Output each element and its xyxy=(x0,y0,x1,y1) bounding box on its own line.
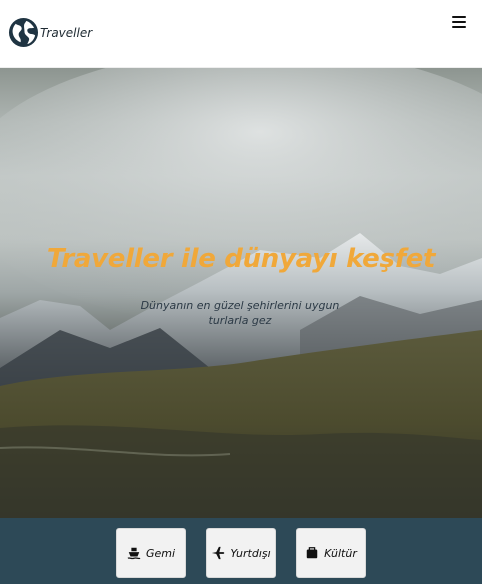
category-button-yurtdisi[interactable]: Yurtdışı xyxy=(206,528,276,578)
plane-icon xyxy=(212,546,225,560)
hero-background-image xyxy=(0,68,482,518)
hero-banner: Traveller ile dünyayı keşfet Dünyanın en… xyxy=(0,68,482,518)
hero-subtitle: Dünyanın en güzel şehirlerini uygun turl… xyxy=(140,298,340,328)
brand-link[interactable]: Traveller xyxy=(8,17,92,48)
category-bar: Gemi Yurtdışı Kültür xyxy=(0,518,482,584)
category-button-gemi[interactable]: Gemi xyxy=(116,528,186,578)
category-button-kultur[interactable]: Kültür xyxy=(296,528,366,578)
hero-subtitle-line-2: turlarla gez xyxy=(208,314,272,327)
navbar: Traveller xyxy=(0,0,482,68)
ship-icon xyxy=(127,547,141,560)
hamburger-menu-icon[interactable] xyxy=(451,14,467,30)
category-label-kultur: Kültür xyxy=(324,546,357,560)
hero-subtitle-line-1: Dünyanın en güzel şehirlerini uygun xyxy=(140,299,340,312)
hero-title: Traveller ile dünyayı keşfet xyxy=(46,244,436,274)
category-label-yurtdisi: Yurtdışı xyxy=(230,546,271,560)
globe-icon xyxy=(8,17,39,48)
suitcase-icon xyxy=(306,547,318,559)
brand-name: Traveller xyxy=(40,26,93,40)
category-label-gemi: Gemi xyxy=(145,546,176,560)
